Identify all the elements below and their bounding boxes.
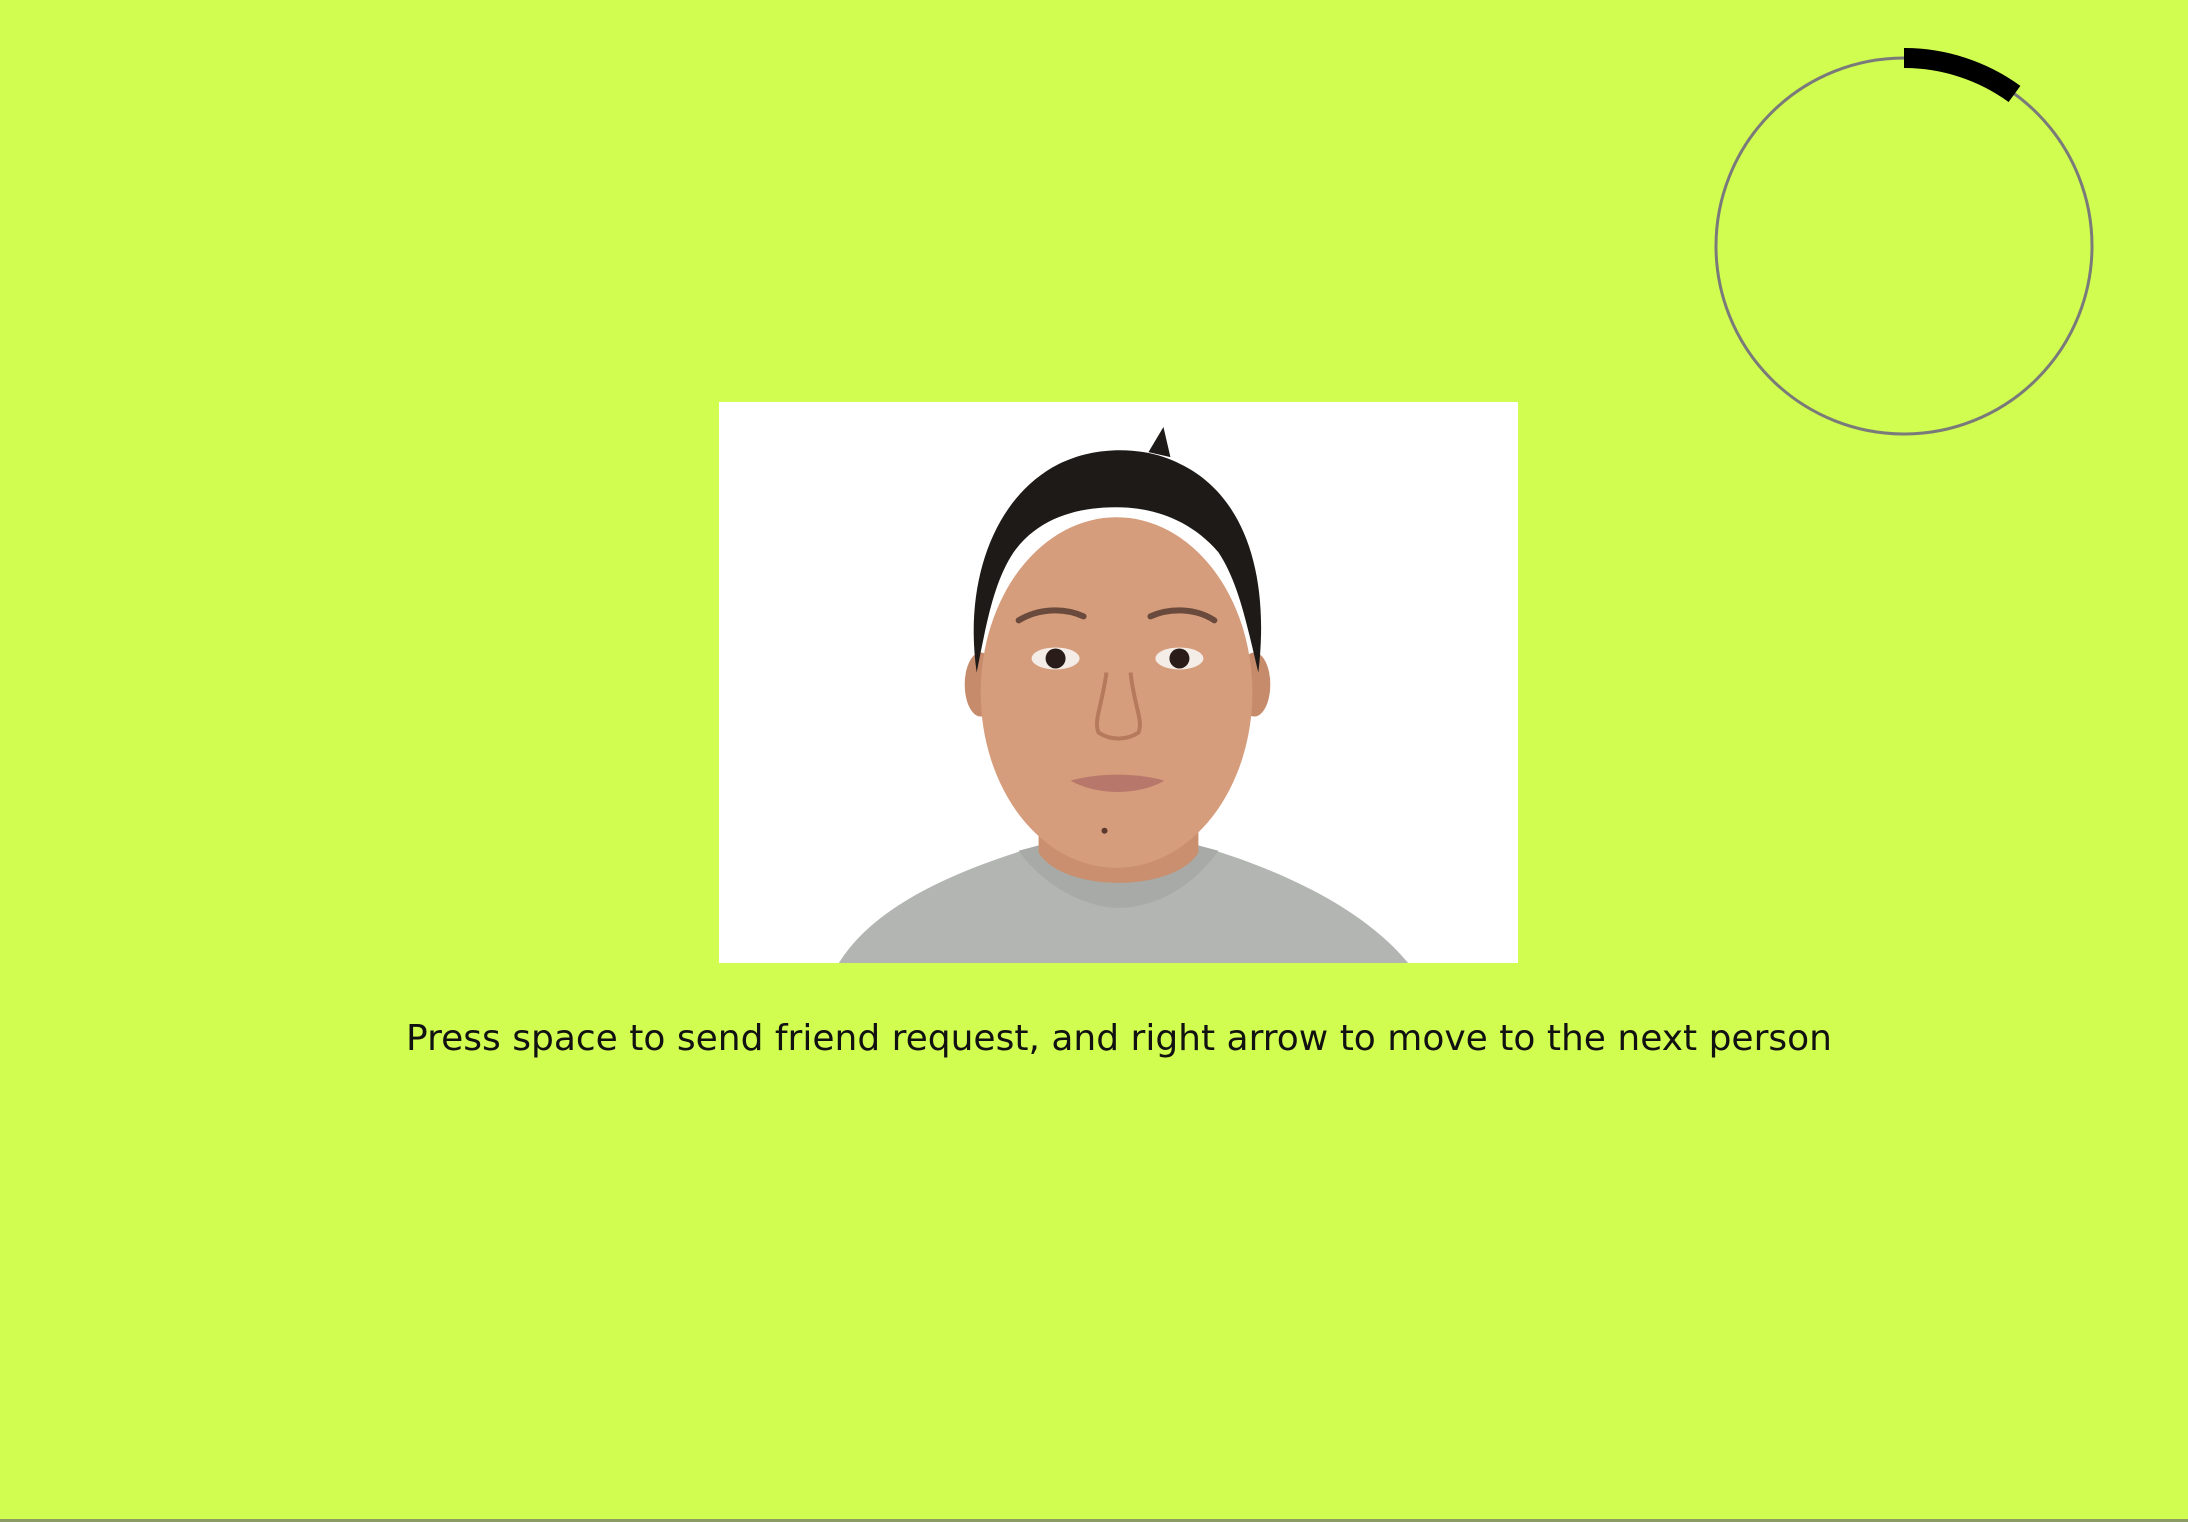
timer-progress-arc [1903,48,2021,103]
task-screen: Press space to send friend request, and … [0,0,2188,1522]
countdown-timer [1714,48,2094,436]
face-shape [980,517,1253,868]
person-photo [719,402,1518,963]
timer-track [1714,56,2094,436]
instruction-text: Press space to send friend request, and … [406,1018,1832,1059]
